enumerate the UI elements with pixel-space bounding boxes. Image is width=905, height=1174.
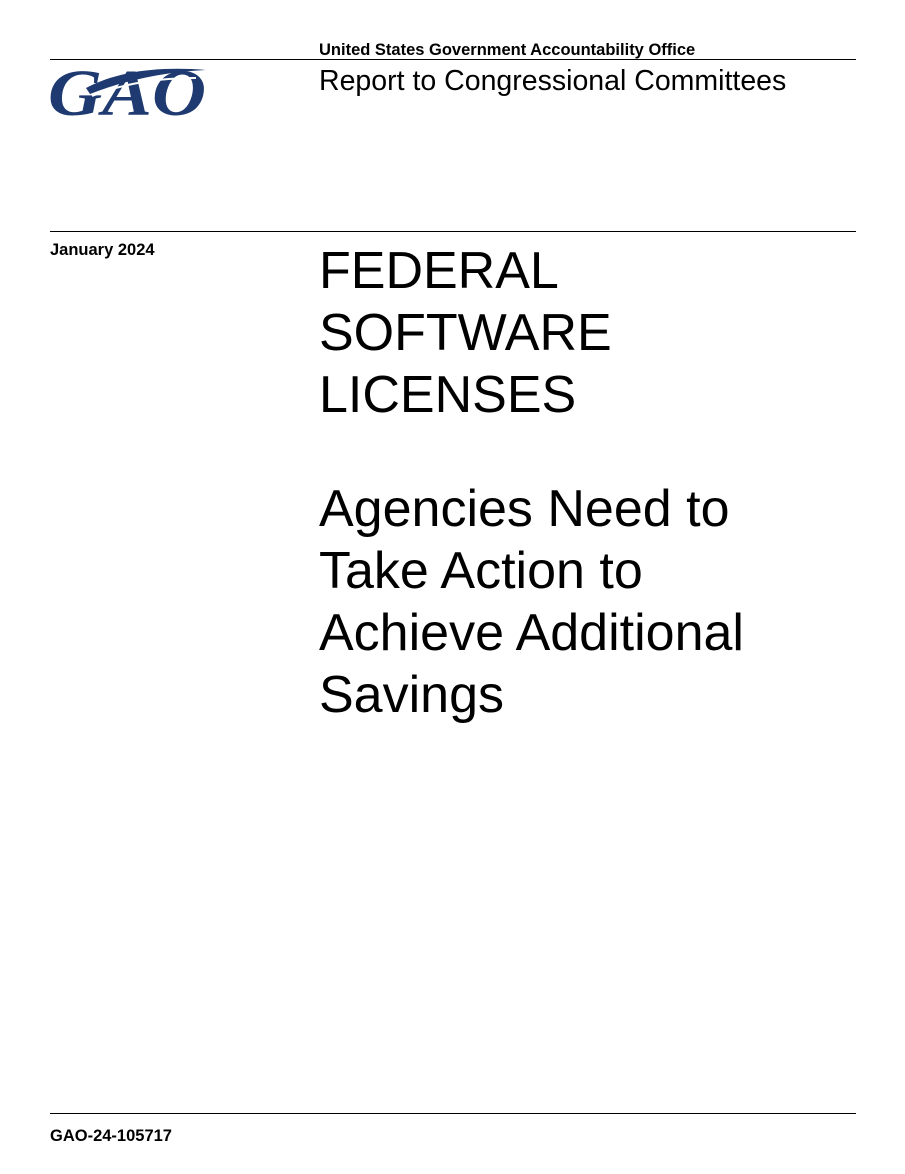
report-title: FEDERAL SOFTWARE LICENSES: [319, 240, 859, 426]
agency-name: United States Government Accountability …: [319, 41, 696, 59]
gao-logo: GAO: [46, 58, 212, 122]
report-subtitle: Agencies Need to Take Action to Achieve …: [319, 478, 859, 726]
subtitle-line: Achieve Additional: [319, 604, 744, 662]
title-line: FEDERAL: [319, 242, 559, 300]
subtitle-line: Savings: [319, 666, 504, 724]
footer-rule: [50, 1113, 856, 1114]
report-number: GAO-24-105717: [50, 1127, 172, 1145]
title-line: LICENSES: [319, 366, 577, 424]
subtitle-line: Take Action to: [319, 542, 643, 600]
title-rule: [50, 231, 856, 232]
report-type: Report to Congressional Committees: [319, 65, 787, 97]
subtitle-line: Agencies Need to: [319, 480, 730, 538]
report-date: January 2024: [50, 241, 155, 259]
svg-text:GAO: GAO: [48, 58, 206, 122]
title-line: SOFTWARE: [319, 304, 612, 362]
gao-logo-graphic: GAO: [48, 58, 206, 122]
